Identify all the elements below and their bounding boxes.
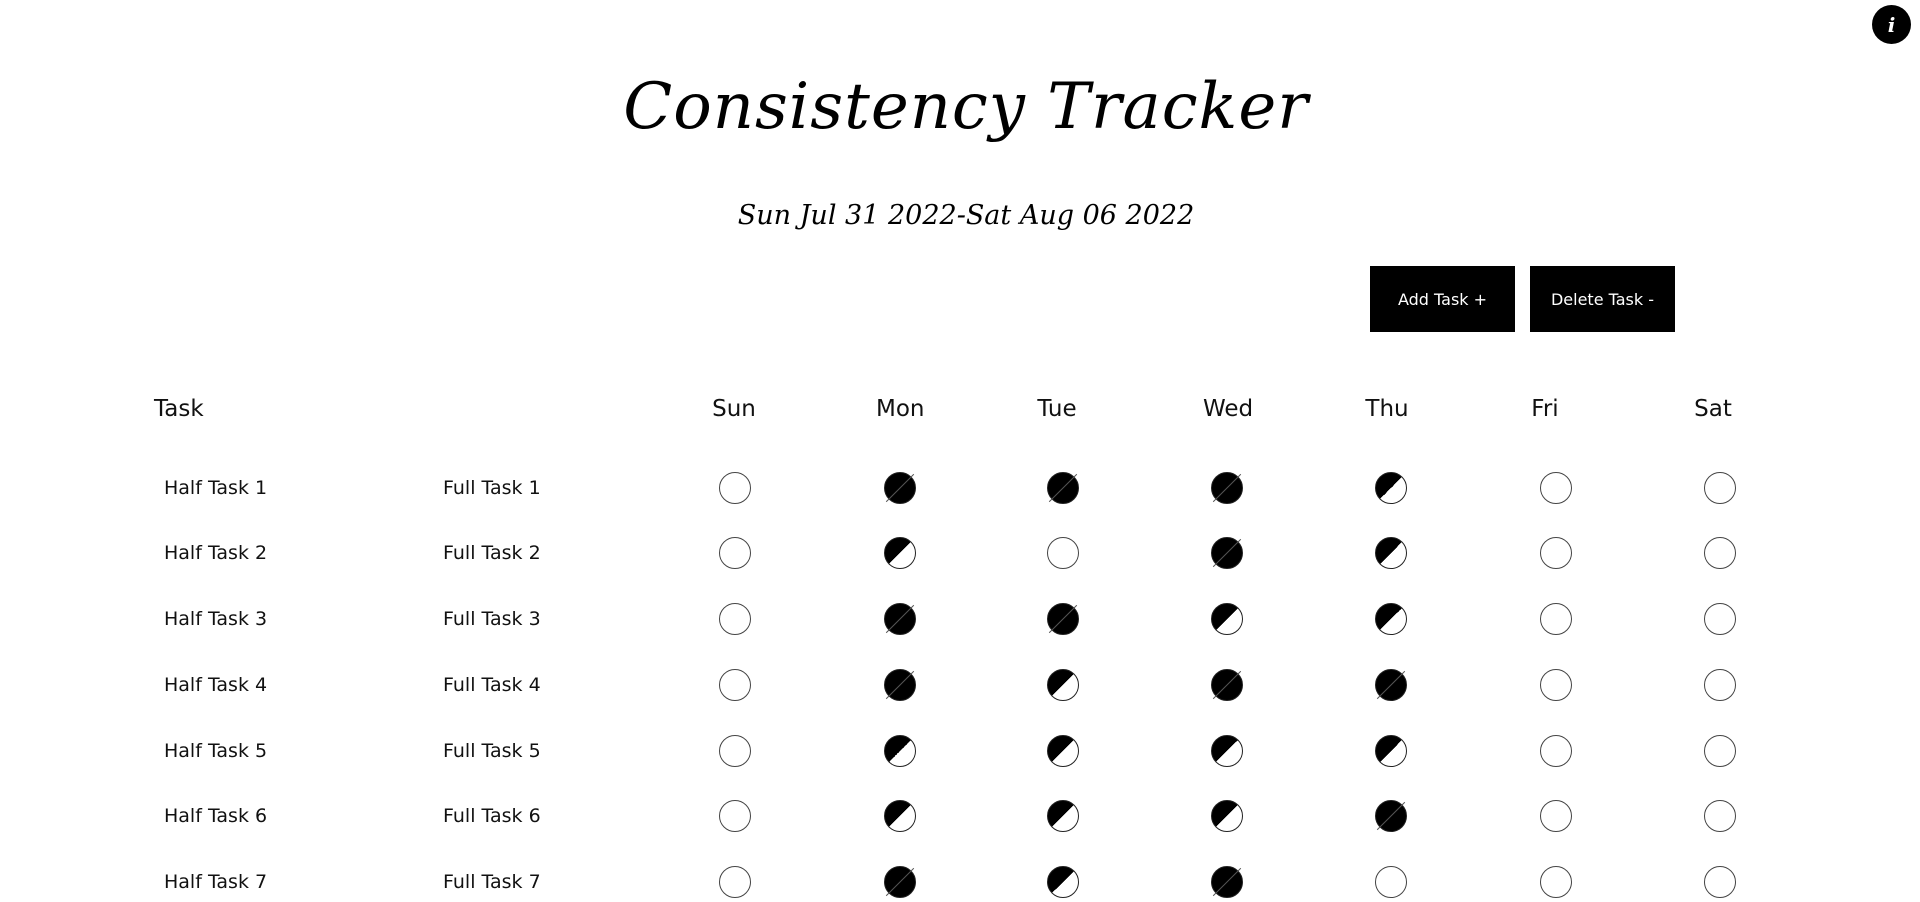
delete-task-button[interactable]: Delete Task - xyxy=(1530,266,1675,332)
day-status-half-mon[interactable] xyxy=(884,735,916,767)
half-task-label: Half Task 6 xyxy=(164,805,268,827)
day-status-full-tue[interactable] xyxy=(1047,472,1079,504)
day-status-full-mon[interactable] xyxy=(884,472,916,504)
day-status-half-thu[interactable] xyxy=(1375,735,1407,767)
day-status-half-mon[interactable] xyxy=(884,537,916,569)
day-status-full-wed[interactable] xyxy=(1211,472,1243,504)
day-status-empty-sun[interactable] xyxy=(719,669,751,701)
full-task-label: Full Task 5 xyxy=(443,740,541,762)
day-header-thu: Thu xyxy=(1365,396,1409,422)
day-status-full-wed[interactable] xyxy=(1211,866,1243,898)
day-status-empty-fri[interactable] xyxy=(1540,735,1572,767)
full-task-label: Full Task 3 xyxy=(443,608,541,630)
day-status-empty-sat[interactable] xyxy=(1704,537,1736,569)
day-status-half-wed[interactable] xyxy=(1211,603,1243,635)
day-status-half-tue[interactable] xyxy=(1047,800,1079,832)
day-status-full-thu[interactable] xyxy=(1375,669,1407,701)
day-status-empty-sun[interactable] xyxy=(719,800,751,832)
day-status-empty-sat[interactable] xyxy=(1704,669,1736,701)
half-task-label: Half Task 5 xyxy=(164,740,268,762)
day-status-empty-sun[interactable] xyxy=(719,866,751,898)
day-status-empty-fri[interactable] xyxy=(1540,669,1572,701)
half-task-label: Half Task 4 xyxy=(164,674,268,696)
day-header-tue: Tue xyxy=(1037,396,1077,422)
full-task-label: Full Task 6 xyxy=(443,805,541,827)
day-status-empty-sun[interactable] xyxy=(719,537,751,569)
day-status-half-thu[interactable] xyxy=(1375,472,1407,504)
half-task-label: Half Task 3 xyxy=(164,608,268,630)
day-status-full-wed[interactable] xyxy=(1211,669,1243,701)
day-status-full-thu[interactable] xyxy=(1375,800,1407,832)
day-status-empty-fri[interactable] xyxy=(1540,603,1572,635)
half-task-label: Half Task 7 xyxy=(164,871,268,893)
half-task-label: Half Task 1 xyxy=(164,477,268,499)
task-column-header: Task xyxy=(154,396,204,422)
day-status-empty-sat[interactable] xyxy=(1704,603,1736,635)
day-status-full-mon[interactable] xyxy=(884,603,916,635)
day-status-empty-fri[interactable] xyxy=(1540,866,1572,898)
day-status-empty-fri[interactable] xyxy=(1540,472,1572,504)
info-icon[interactable]: i xyxy=(1872,5,1911,44)
day-status-half-wed[interactable] xyxy=(1211,800,1243,832)
day-status-half-tue[interactable] xyxy=(1047,735,1079,767)
add-task-button[interactable]: Add Task + xyxy=(1370,266,1515,332)
day-header-fri: Fri xyxy=(1531,396,1559,422)
day-status-empty-fri[interactable] xyxy=(1540,800,1572,832)
day-status-empty-sat[interactable] xyxy=(1704,735,1736,767)
page-title: Consistency Tracker xyxy=(623,70,1309,144)
day-status-empty-sun[interactable] xyxy=(719,603,751,635)
day-status-empty-tue[interactable] xyxy=(1047,537,1079,569)
day-status-empty-sat[interactable] xyxy=(1704,472,1736,504)
day-header-wed: Wed xyxy=(1203,396,1254,422)
day-status-empty-sat[interactable] xyxy=(1704,800,1736,832)
day-status-half-wed[interactable] xyxy=(1211,735,1243,767)
day-header-mon: Mon xyxy=(876,396,925,422)
day-status-empty-fri[interactable] xyxy=(1540,537,1572,569)
full-task-label: Full Task 2 xyxy=(443,542,541,564)
full-task-label: Full Task 1 xyxy=(443,477,541,499)
date-range: Sun Jul 31 2022-Sat Aug 06 2022 xyxy=(737,200,1195,231)
day-status-half-thu[interactable] xyxy=(1375,537,1407,569)
day-status-empty-sun[interactable] xyxy=(719,735,751,767)
day-status-empty-sat[interactable] xyxy=(1704,866,1736,898)
day-status-full-mon[interactable] xyxy=(884,866,916,898)
full-task-label: Full Task 4 xyxy=(443,674,541,696)
day-status-full-wed[interactable] xyxy=(1211,537,1243,569)
day-status-half-tue[interactable] xyxy=(1047,866,1079,898)
day-status-empty-thu[interactable] xyxy=(1375,866,1407,898)
day-status-half-tue[interactable] xyxy=(1047,669,1079,701)
day-status-full-tue[interactable] xyxy=(1047,603,1079,635)
day-status-half-mon[interactable] xyxy=(884,800,916,832)
day-status-full-mon[interactable] xyxy=(884,669,916,701)
day-header-sat: Sat xyxy=(1694,396,1732,422)
day-status-half-thu[interactable] xyxy=(1375,603,1407,635)
day-header-sun: Sun xyxy=(712,396,756,422)
day-status-empty-sun[interactable] xyxy=(719,472,751,504)
half-task-label: Half Task 2 xyxy=(164,542,268,564)
full-task-label: Full Task 7 xyxy=(443,871,541,893)
